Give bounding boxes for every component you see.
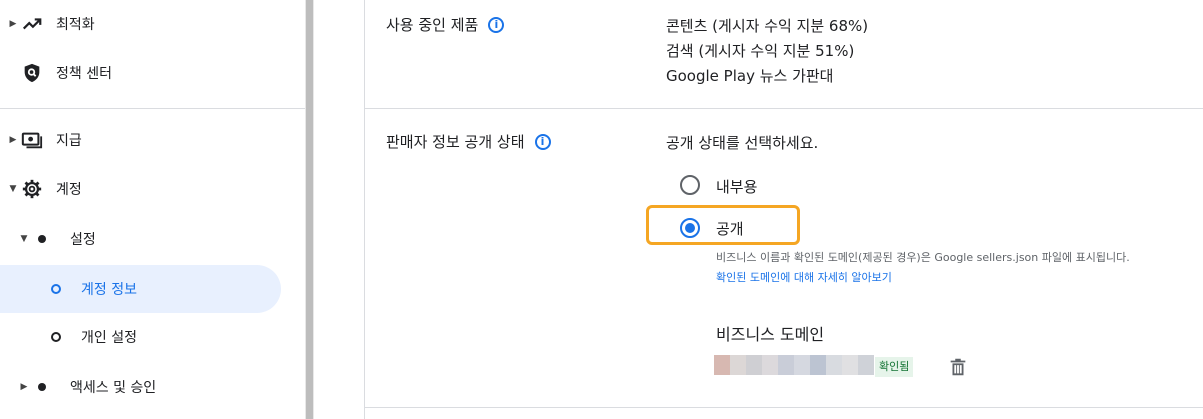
trending-up-icon — [20, 12, 44, 36]
sidebar-divider — [0, 108, 305, 109]
bullet-ring-icon — [51, 332, 61, 342]
sidebar-item-label: 계정 정보 — [81, 282, 137, 298]
bullet-icon — [38, 383, 46, 391]
business-domain-title: 비즈니스 도메인 — [716, 325, 825, 344]
sidebar-item-label: 개인 설정 — [81, 330, 137, 346]
collapse-caret-icon[interactable]: ▼ — [20, 234, 28, 244]
radio-internal[interactable] — [680, 175, 700, 195]
payments-icon — [20, 128, 44, 152]
radio-public[interactable] — [680, 218, 700, 238]
product-item: Google Play 뉴스 가판대 — [666, 67, 834, 85]
shield-search-icon — [20, 61, 44, 85]
products-label: 사용 중인 제품 — [386, 16, 479, 34]
sidebar-item-label: 지급 — [56, 133, 82, 149]
sidebar-item-label: 정책 센터 — [56, 66, 112, 82]
bullet-ring-icon — [51, 284, 61, 294]
sidebar-item-policy-center[interactable]: 정책 센터 — [0, 49, 305, 97]
radio-internal-label[interactable]: 내부용 — [716, 176, 757, 197]
visibility-row-label: 판매자 정보 공개 상태 i — [386, 131, 551, 152]
sidebar-scrollbar[interactable] — [305, 0, 314, 419]
visibility-prompt: 공개 상태를 선택하세요. — [666, 134, 819, 152]
section-divider — [364, 108, 1203, 109]
help-description: 비즈니스 이름과 확인된 도메인(제공된 경우)은 Google sellers… — [716, 251, 1130, 264]
info-icon[interactable]: i — [534, 133, 551, 150]
info-icon[interactable]: i — [488, 16, 505, 33]
sidebar-item-label: 계정 — [56, 182, 82, 198]
collapse-caret-icon[interactable]: ▼ — [9, 184, 17, 194]
sidebar-item-account-info[interactable]: 계정 정보 — [0, 265, 281, 313]
sidebar-item-account[interactable]: ▼ 계정 — [0, 165, 305, 213]
sidebar-item-access-authorization[interactable]: ▶ 액세스 및 승인 — [0, 363, 305, 411]
sidebar-item-label: 설정 — [70, 232, 96, 248]
bullet-icon — [38, 235, 46, 243]
section-divider — [364, 407, 1203, 408]
sidebar-item-label: 액세스 및 승인 — [70, 380, 157, 396]
expand-caret-icon[interactable]: ▶ — [20, 382, 28, 392]
content-left-border — [364, 0, 365, 419]
radio-public-label[interactable]: 공개 — [716, 218, 744, 239]
redacted-domain — [714, 355, 874, 375]
help-text: 비즈니스 이름과 확인된 도메인(제공된 경우)은 Google sellers… — [716, 248, 1136, 288]
expand-caret-icon[interactable]: ▶ — [9, 135, 17, 145]
expand-caret-icon[interactable]: ▶ — [9, 19, 17, 29]
products-row-label: 사용 중인 제품 i — [386, 14, 505, 35]
sidebar-item-payments[interactable]: ▶ 지급 — [0, 116, 305, 164]
visibility-label: 판매자 정보 공개 상태 — [386, 133, 525, 151]
sidebar-item-personal-settings[interactable]: 개인 설정 — [0, 313, 305, 361]
product-item: 검색 (게시자 수익 지분 51%) — [666, 42, 855, 60]
product-item: 콘텐츠 (게시자 수익 지분 68%) — [666, 17, 869, 35]
verified-badge: 확인됨 — [875, 357, 914, 377]
sidebar-item-label: 최적화 — [56, 17, 95, 33]
sidebar-item-optimization[interactable]: ▶ 최적화 — [0, 0, 305, 48]
learn-more-link[interactable]: 확인된 도메인에 대해 자세히 알아보기 — [716, 271, 892, 284]
sidebar-item-settings[interactable]: ▼ 설정 — [0, 215, 305, 263]
delete-icon[interactable] — [947, 356, 969, 378]
scrollbar-thumb[interactable] — [306, 0, 313, 419]
sidebar: ▶ 최적화 정책 센터 ▶ 지급 ▼ 계정 ▼ 설정 계정 정보 개인 설정 ▶… — [0, 0, 305, 419]
gear-icon — [20, 177, 44, 201]
